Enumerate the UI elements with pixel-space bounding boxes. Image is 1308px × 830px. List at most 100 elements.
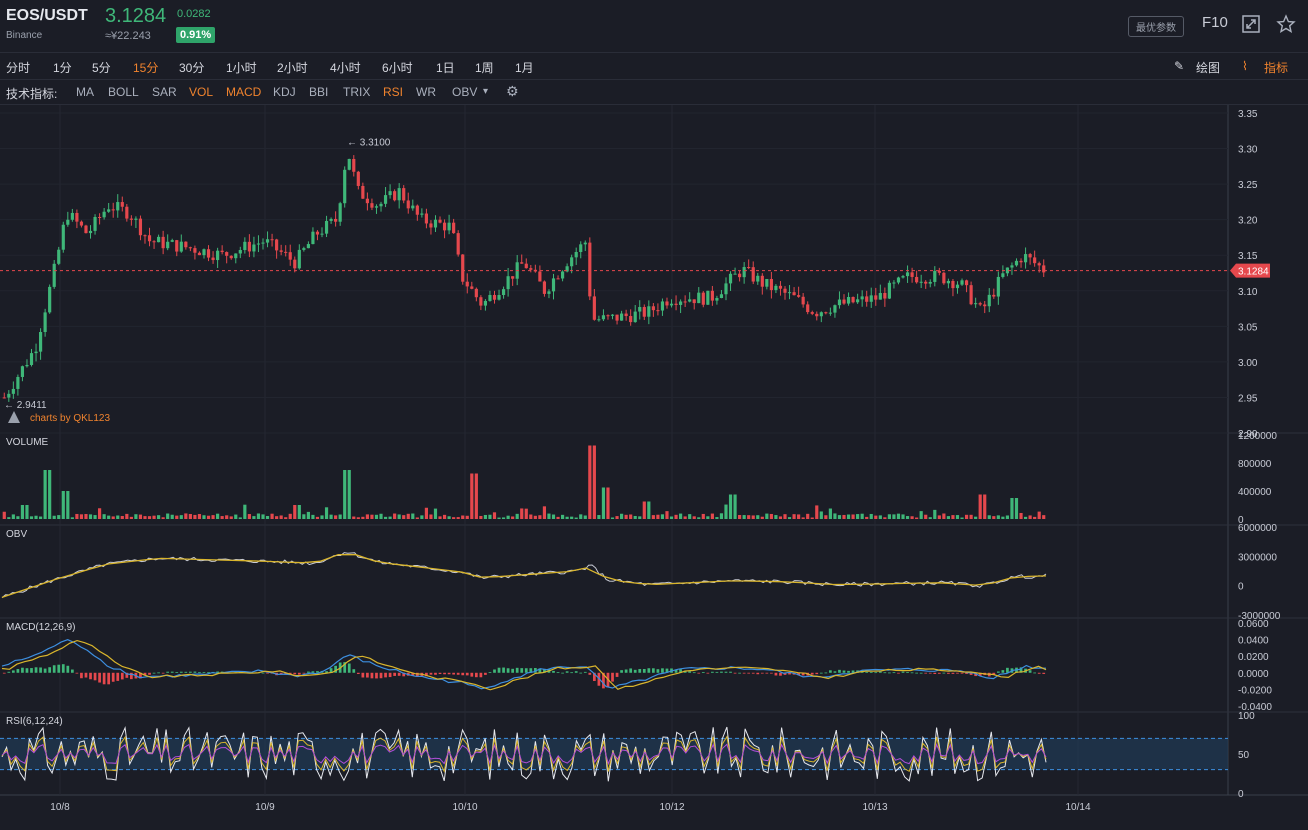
candle-body [320, 233, 324, 235]
volume-bar [928, 517, 932, 519]
volume-bar [951, 515, 955, 519]
volume-bar [16, 516, 20, 519]
volume-bar [715, 517, 719, 519]
volume-bar [915, 517, 919, 519]
candle-body [524, 263, 528, 269]
macd-histogram-bar [175, 672, 179, 673]
macd-dea-line [1, 639, 1047, 691]
volume-bar [506, 515, 510, 519]
candle-body [529, 268, 533, 270]
candle-body [742, 267, 746, 278]
volume-bar [620, 513, 624, 519]
macd-histogram-bar [620, 670, 623, 673]
candle-body [520, 262, 524, 264]
candle-body [620, 313, 624, 321]
macd-histogram-bar [942, 672, 946, 674]
volume-bar [220, 516, 224, 519]
candle-body [738, 273, 742, 278]
macd-histogram-bar [361, 672, 365, 678]
indicator-sar[interactable]: SAR [152, 85, 177, 99]
obv-dropdown-icon[interactable]: ▾ [483, 86, 488, 97]
volume-bar [815, 505, 819, 519]
indicator-ma[interactable]: MA [76, 85, 94, 99]
candle-body [43, 312, 47, 333]
macd-histogram-bar [647, 668, 651, 673]
volume-bar [256, 513, 261, 519]
indicator-kdj[interactable]: KDJ [273, 85, 296, 99]
volume-bar [38, 516, 43, 519]
macd-histogram-bar [810, 672, 814, 675]
volume-bar [560, 514, 565, 519]
candle-body [801, 296, 805, 305]
current-price-label: 3.1284 [1238, 267, 1269, 278]
volume-bar [411, 513, 415, 519]
macd-histogram-bar [102, 672, 106, 685]
candle-body [701, 292, 705, 305]
volume-bar [170, 514, 174, 519]
volume-bar [692, 516, 696, 519]
volume-bar [383, 516, 388, 519]
candle-body [265, 239, 270, 243]
fullscreen-icon[interactable] [1241, 14, 1261, 34]
indicator-trix[interactable]: TRIX [343, 85, 370, 99]
draw-icon[interactable]: ✎ [1174, 59, 1184, 73]
volume-bar [424, 507, 428, 519]
indicator-wr[interactable]: WR [416, 85, 436, 99]
settings-gear-icon[interactable]: ⚙ [506, 83, 519, 100]
star-icon[interactable] [1276, 14, 1296, 34]
chart-area[interactable]: 3.353.303.253.203.153.103.053.002.952.90… [0, 105, 1308, 830]
indicator-icon[interactable]: ⌇ [1242, 59, 1248, 73]
macd-histogram-bar [465, 672, 469, 676]
indicator-button[interactable]: 指标 [1264, 59, 1288, 76]
indicator-vol[interactable]: VOL [189, 85, 213, 99]
candle-body [769, 278, 773, 291]
volume-bar [783, 514, 787, 519]
draw-button[interactable]: 绘图 [1196, 59, 1220, 76]
macd-histogram-bar [7, 671, 11, 673]
volume-bar [574, 517, 578, 519]
x-tick-label: 10/14 [1065, 802, 1090, 813]
volume-bar [856, 514, 860, 519]
macd-histogram-bar [57, 664, 61, 673]
volume-bar [529, 514, 533, 519]
volume-bar [896, 513, 901, 519]
macd-histogram-bar [1033, 672, 1037, 674]
macd-histogram-bar [742, 672, 746, 674]
price-tick-label: 2.95 [1238, 393, 1258, 404]
macd-histogram-bar [633, 669, 637, 673]
candle-body [542, 281, 547, 294]
macd-histogram-bar [170, 671, 174, 673]
volume-bar [778, 516, 783, 519]
volume-bar [107, 515, 111, 519]
indicator-macd[interactable]: MACD [226, 85, 261, 99]
volume-bar [974, 516, 978, 519]
volume-bar [261, 514, 265, 519]
macd-histogram-bar [733, 672, 737, 674]
indicator-rsi[interactable]: RSI [383, 85, 403, 99]
volume-tick-label: 400000 [1238, 487, 1272, 498]
candle-body [57, 249, 61, 264]
candle-body [842, 299, 846, 304]
candle-body [415, 205, 419, 215]
volume-tick-label: 800000 [1238, 459, 1272, 470]
indicator-boll[interactable]: BOLL [108, 85, 139, 99]
candle-body [1014, 260, 1019, 266]
macd-histogram-bar [688, 671, 692, 673]
candle-body [715, 298, 719, 301]
candle-body [247, 241, 251, 252]
candle-body [624, 313, 628, 317]
candle-body [964, 280, 969, 286]
candle-body [279, 250, 283, 252]
best-params-button[interactable]: 最优参数 [1128, 16, 1184, 37]
indicator-bbi[interactable]: BBI [309, 85, 328, 99]
volume-bar [747, 515, 751, 519]
indicator-obv[interactable]: OBV [452, 85, 477, 99]
macd-histogram-bar [751, 672, 755, 674]
volume-bar [288, 513, 292, 519]
candle-body [138, 218, 143, 236]
candle-body [846, 296, 851, 304]
macd-histogram-bar [652, 668, 655, 673]
f10-button[interactable]: F10 [1202, 14, 1228, 31]
candle-body [583, 242, 587, 245]
tool-bar: ✎ 绘图 ⌇ 指标 [0, 53, 1308, 79]
